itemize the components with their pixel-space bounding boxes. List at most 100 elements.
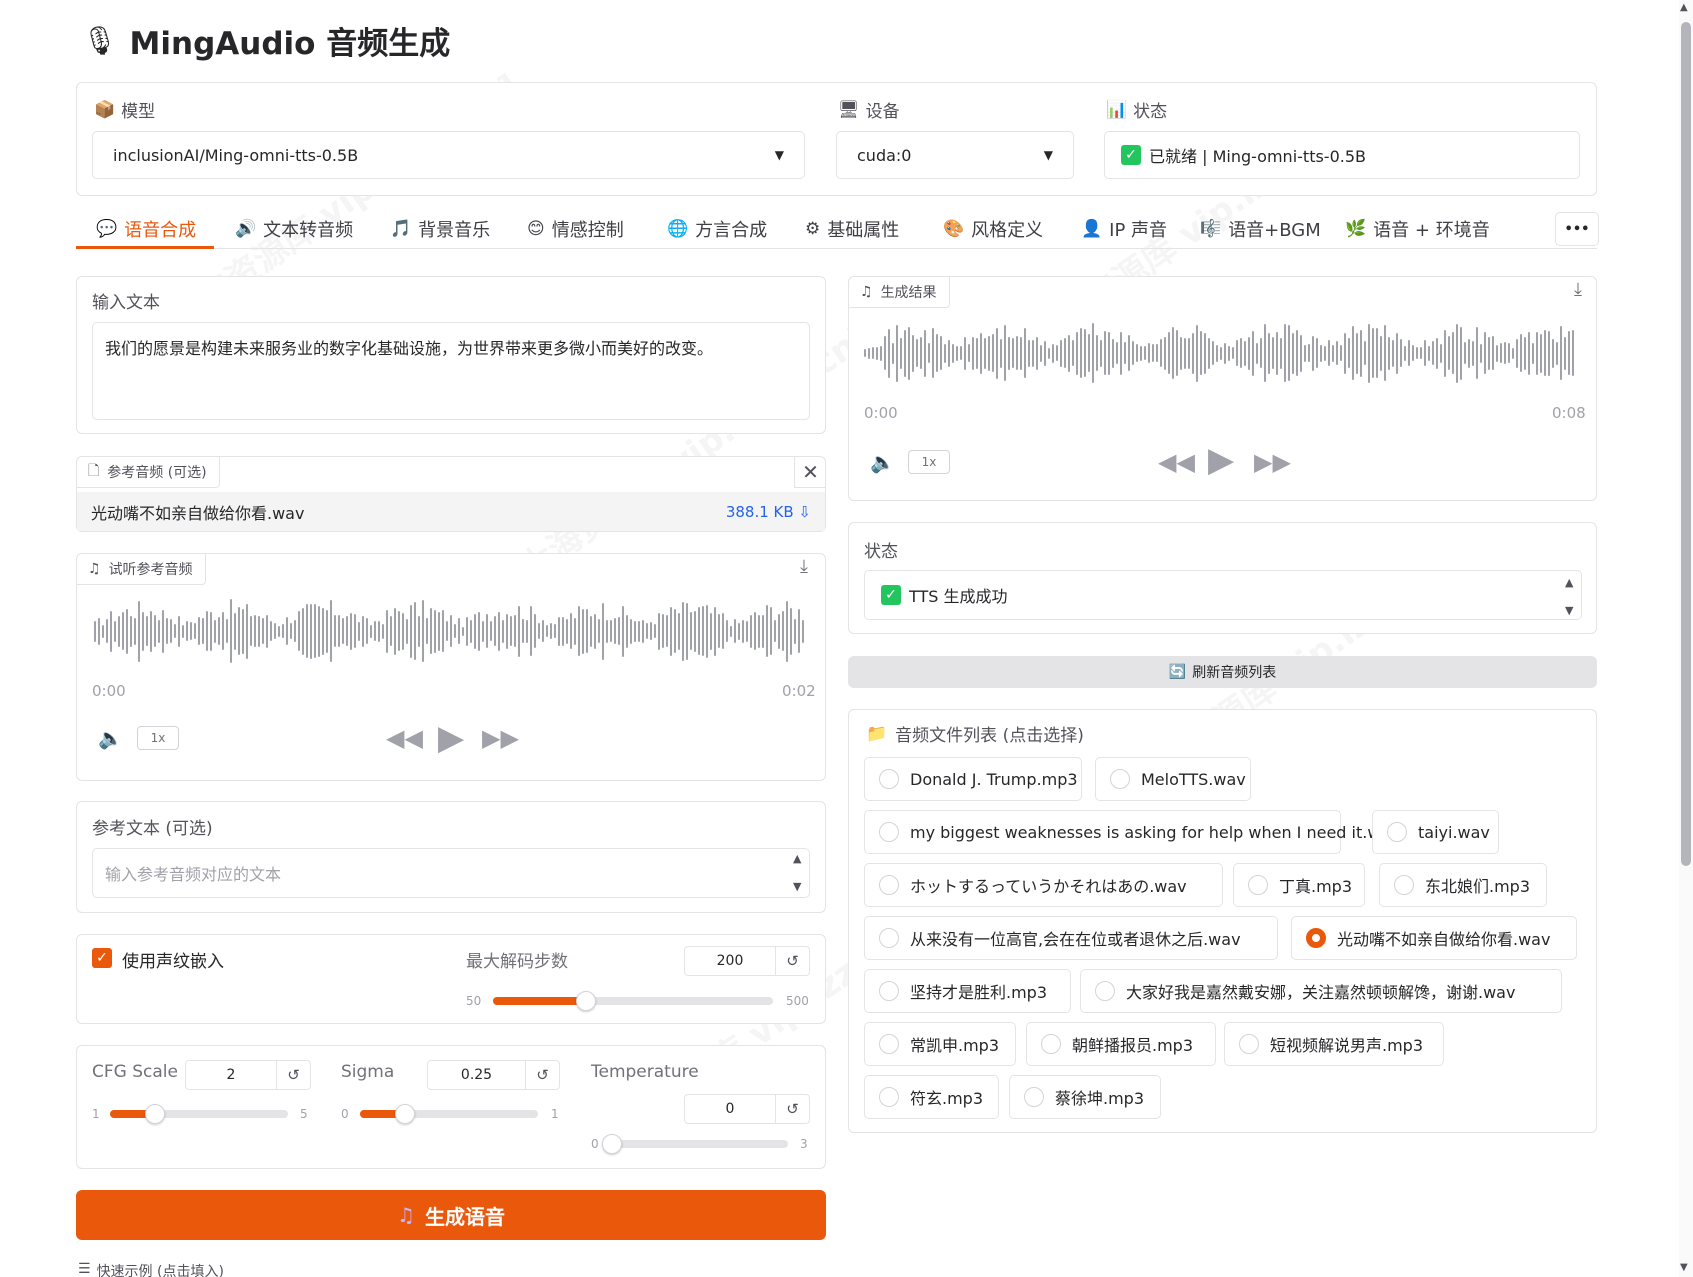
scroll-up-icon[interactable]: ▲ (1565, 576, 1573, 589)
waveform-bar (554, 624, 556, 638)
scroll-down-icon[interactable]: ▼ (1680, 1262, 1688, 1273)
generate-button[interactable]: ♫ 生成语音 (76, 1190, 826, 1240)
reset-icon[interactable]: ↺ (775, 1095, 809, 1123)
page-scrollbar-thumb[interactable] (1681, 22, 1691, 866)
voiceprint-checkbox[interactable]: ✓ (92, 948, 112, 968)
tab-label: 背景音乐 (418, 220, 491, 241)
file-radio-option[interactable]: ホットするっていうかそれはあの.wav (864, 863, 1223, 907)
download-icon[interactable]: ⤓ (1574, 279, 1582, 300)
model-select[interactable]: inclusionAI/Ming-omni-tts-0.5B ▼ (92, 131, 805, 179)
reset-icon[interactable]: ↺ (775, 947, 809, 975)
fast-forward-icon[interactable]: ▶▶ (1254, 448, 1291, 476)
refresh-list-button[interactable]: 🔄 刷新音频列表 (848, 656, 1597, 688)
fast-forward-icon[interactable]: ▶▶ (482, 724, 519, 752)
cfg-slider-thumb[interactable] (145, 1104, 165, 1124)
waveform-bar (1308, 344, 1310, 362)
waveform-bar (1240, 338, 1242, 368)
volume-icon[interactable]: 🔈 (98, 726, 123, 750)
max-steps-field[interactable]: 200 ↺ (684, 946, 810, 976)
sigma-slider-thumb[interactable] (395, 1104, 415, 1124)
waveform-bar (330, 600, 332, 662)
scroll-down-icon[interactable]: ▼ (1565, 604, 1573, 617)
waveform-bar (590, 615, 592, 647)
waveform-bar (1152, 344, 1154, 362)
quick-examples-toggle[interactable]: ☰ 快速示例 (点击填入) (78, 1261, 224, 1277)
playback-speed-button[interactable]: 1x (137, 726, 179, 750)
cfg-field[interactable]: 2 ↺ (185, 1060, 311, 1090)
reset-icon[interactable]: ↺ (276, 1061, 310, 1089)
waveform-bar (1048, 347, 1050, 359)
play-icon[interactable]: ▶ (1208, 440, 1234, 480)
max-steps-slider-thumb[interactable] (576, 991, 596, 1011)
waveform-bar (1340, 345, 1342, 361)
ref-file-row[interactable]: 光动嘴不如亲自做给你看.wav 388.1 KB ⇩ (77, 492, 825, 531)
tab-8[interactable]: 👤 IP 声音 (1081, 212, 1167, 246)
waveform-bar (1192, 332, 1194, 374)
file-radio-option[interactable]: 大家好我是嘉然戴安娜，关注嘉然顿顿解馋，谢谢.wav (1080, 969, 1562, 1013)
file-radio-option[interactable]: 朝鲜播报员.mp3 (1026, 1022, 1216, 1066)
file-radio-option[interactable]: taiyi.wav (1372, 810, 1499, 854)
tab-10[interactable]: 🌿 语音 + 环境音 (1345, 212, 1490, 246)
device-select[interactable]: cuda:0 ▼ (836, 131, 1074, 179)
volume-icon[interactable]: 🔈 (870, 450, 895, 474)
play-icon[interactable]: ▶ (438, 718, 464, 758)
waveform-bar (766, 605, 768, 657)
scroll-down-icon[interactable]: ▼ (793, 880, 801, 893)
file-radio-option[interactable]: 东北娘们.mp3 (1379, 863, 1547, 907)
clear-file-button[interactable]: ✕ (794, 456, 826, 488)
tab-1[interactable]: 💬 语音合成 (96, 212, 196, 246)
waveform-bar (314, 604, 316, 658)
tab-3[interactable]: 🎵 背景音乐 (390, 212, 490, 246)
tab-2[interactable]: 🔊 文本转音频 (235, 212, 353, 246)
file-radio-option[interactable]: 丁真.mp3 (1233, 863, 1365, 907)
tab-9[interactable]: 🎼 语音+BGM (1200, 212, 1321, 246)
waveform-bar (302, 607, 304, 655)
reset-icon[interactable]: ↺ (525, 1061, 559, 1089)
file-radio-option[interactable]: 坚持才是胜利.mp3 (864, 969, 1071, 1013)
ref-text-input[interactable]: 输入参考音频对应的文本 (92, 848, 810, 898)
temperature-slider-thumb[interactable] (602, 1134, 622, 1154)
sigma-label: Sigma (341, 1062, 395, 1082)
waveform-bar (534, 614, 536, 648)
waveform-bar (1548, 330, 1550, 376)
max-steps-slider[interactable] (493, 991, 773, 1011)
input-text-area[interactable]: 我们的愿景是构建未来服务业的数字化基础设施，为世界带来更多微小而美好的改变。 (92, 322, 810, 420)
waveform-bar (1028, 339, 1030, 367)
rewind-icon[interactable]: ◀◀ (386, 724, 423, 752)
file-radio-option[interactable]: 从来没有一位高官,会在在位或者退休之后.wav (864, 916, 1278, 960)
temperature-field[interactable]: 0 ↺ (684, 1094, 810, 1124)
file-radio-option[interactable]: 短视频解说男声.mp3 (1224, 1022, 1444, 1066)
cfg-slider[interactable] (110, 1104, 288, 1124)
file-radio-option[interactable]: MeloTTS.wav (1095, 757, 1251, 801)
file-radio-option[interactable]: my biggest weaknesses is asking for help… (864, 810, 1400, 854)
sigma-field[interactable]: 0.25 ↺ (427, 1060, 560, 1090)
waveform-bar (924, 329, 926, 377)
result-waveform[interactable] (864, 318, 1580, 388)
rewind-icon[interactable]: ◀◀ (1158, 448, 1195, 476)
file-radio-option[interactable]: 光动嘴不如亲自做给你看.wav (1291, 916, 1577, 960)
tabs-more-button[interactable]: ••• (1555, 212, 1599, 246)
waveform-bar (1520, 334, 1522, 372)
file-radio-option[interactable]: 常凯申.mp3 (864, 1022, 1016, 1066)
temperature-slider[interactable] (602, 1134, 788, 1154)
sigma-slider[interactable] (360, 1104, 538, 1124)
tab-5[interactable]: 🌐 方言合成 (667, 212, 767, 246)
waveform-bar (1184, 337, 1186, 369)
waveform-bar (1332, 344, 1334, 362)
tab-7[interactable]: 🎨 风格定义 (943, 212, 1043, 246)
waveform-bar (928, 343, 930, 363)
waveform-bar (1044, 340, 1046, 366)
waveform-bar (438, 611, 440, 651)
file-radio-option[interactable]: Donald J. Trump.mp3 (864, 757, 1082, 801)
tab-6[interactable]: ⚙ 基础属性 (805, 212, 899, 246)
waveform-bar (290, 623, 292, 639)
download-icon[interactable]: ⤓ (800, 556, 808, 577)
file-radio-option[interactable]: 蔡徐坤.mp3 (1009, 1075, 1161, 1119)
scroll-up-icon[interactable]: ▲ (1680, 2, 1688, 13)
ref-file-size-link[interactable]: 388.1 KB ⇩ (726, 503, 811, 521)
file-radio-option[interactable]: 符玄.mp3 (864, 1075, 999, 1119)
preview-waveform[interactable] (94, 590, 810, 672)
scroll-up-icon[interactable]: ▲ (793, 852, 801, 865)
tab-4[interactable]: 😊 情感控制 (527, 212, 624, 246)
playback-speed-button[interactable]: 1x (908, 450, 950, 474)
